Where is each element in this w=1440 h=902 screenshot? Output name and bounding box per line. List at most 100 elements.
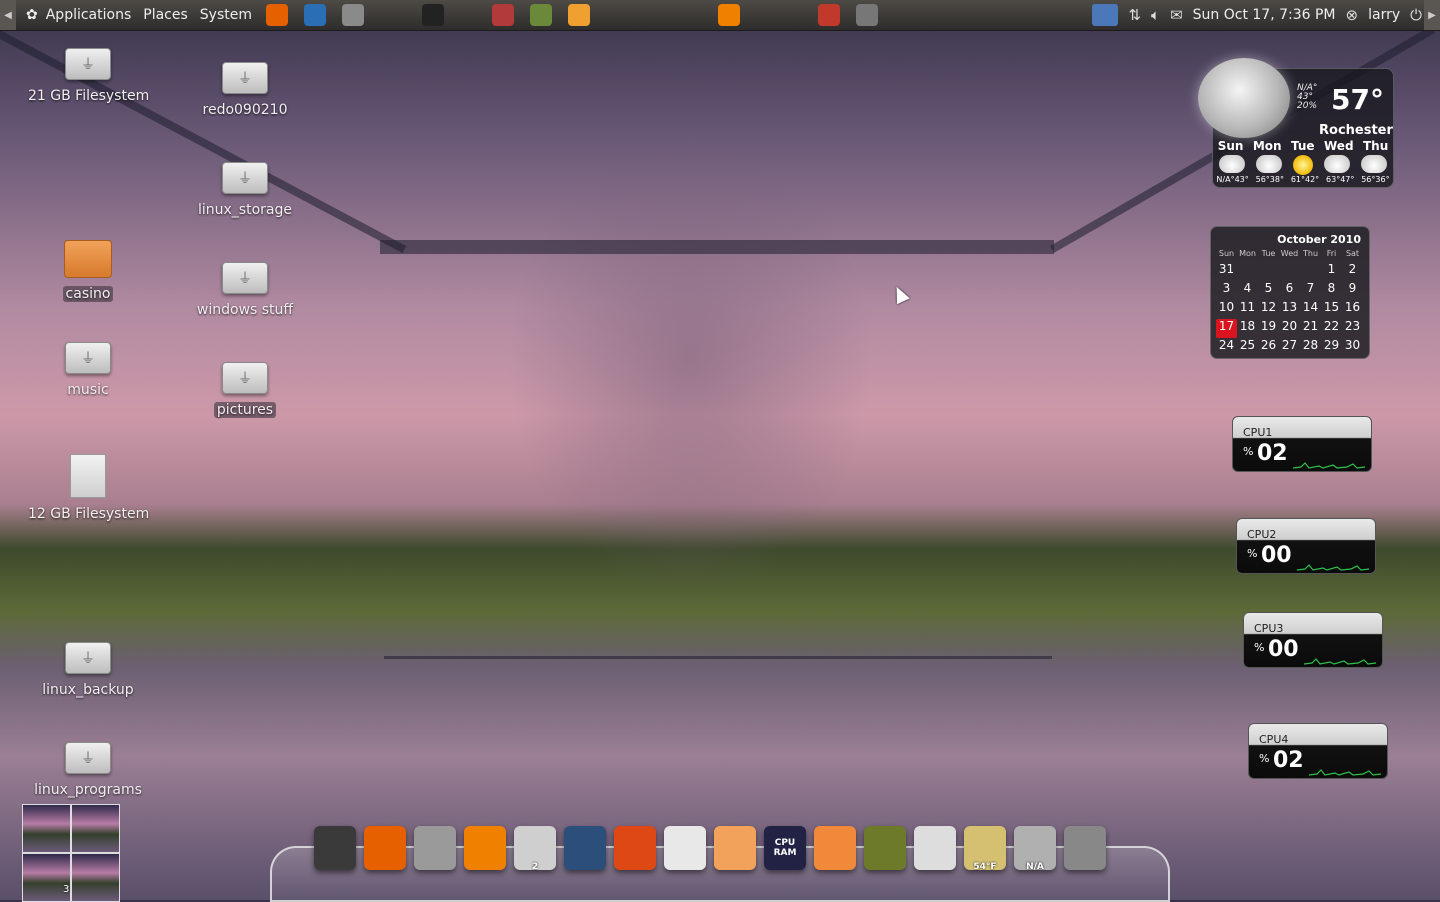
calendar-day[interactable]: 13	[1279, 300, 1300, 319]
calendar-day[interactable]: 18	[1237, 319, 1258, 338]
user-name[interactable]: larry	[1368, 7, 1400, 23]
calendar-day[interactable]: 22	[1321, 319, 1342, 338]
desktop-icon-linux-storage[interactable]: ⏚ linux_storage	[185, 162, 305, 218]
user-icon[interactable]: ⊗	[1346, 6, 1359, 24]
calendar-day[interactable]: 21	[1300, 319, 1321, 338]
weather-applet-icon[interactable]	[1092, 4, 1119, 26]
panel-scroll-left[interactable]: ◀	[0, 0, 16, 30]
sun-icon	[1292, 155, 1313, 175]
shutdown-icon[interactable]	[914, 826, 956, 870]
cpu-monitor-4[interactable]: CPU4% 02	[1248, 723, 1388, 779]
cpu-monitor-2[interactable]: CPU2% 00	[1236, 518, 1376, 574]
calendar-day[interactable]: 14	[1300, 300, 1321, 319]
trash-icon[interactable]: 2	[514, 826, 556, 872]
calendar-day[interactable]: 24	[1216, 338, 1237, 357]
desktop-icon-12gb-filesystem[interactable]: 12 GB Filesystem	[28, 454, 149, 522]
workspace-1[interactable]	[23, 805, 70, 852]
calendar-day[interactable]: 17	[1216, 319, 1237, 338]
desktop-icon-label: windows stuff	[196, 302, 294, 318]
calendar-day[interactable]: 3	[1216, 281, 1237, 300]
archive-icon[interactable]	[492, 4, 514, 26]
sound-juicer-icon[interactable]	[568, 4, 590, 26]
desktop-icon-windows-stuff[interactable]: ⏚ windows stuff	[185, 262, 305, 318]
drive-icon: ⏚	[65, 48, 111, 80]
calendar-day[interactable]: 19	[1258, 319, 1279, 338]
mail-icon[interactable]: ✉	[1170, 6, 1183, 24]
calendar-day[interactable]: 15	[1321, 300, 1342, 319]
workspace-4[interactable]	[72, 854, 119, 901]
speaker-icon[interactable]	[1064, 826, 1106, 870]
vlc-icon[interactable]	[464, 826, 506, 870]
synaptic-icon[interactable]	[530, 4, 552, 26]
power-icon[interactable]: ⏻	[1410, 6, 1422, 24]
files-icon[interactable]	[714, 826, 756, 870]
firefox-icon[interactable]	[266, 4, 288, 26]
cpu-monitor-1[interactable]: CPU1% 02	[1232, 416, 1372, 472]
calendar-day[interactable]: 6	[1279, 281, 1300, 300]
firefox-icon[interactable]	[364, 826, 406, 870]
desktop-icon-pictures[interactable]: ⏚ pictures	[185, 362, 305, 418]
vlc-icon[interactable]	[718, 4, 740, 26]
menu-places[interactable]: Places	[137, 0, 194, 30]
workspace-switcher[interactable]: 3	[22, 804, 120, 902]
workspace-3[interactable]: 3	[23, 854, 70, 901]
weather-day-temp: 56°36°	[1361, 175, 1390, 184]
desktop-icon-linux-programs[interactable]: ⏚ linux_programs	[28, 742, 148, 798]
calendar-day[interactable]: 27	[1279, 338, 1300, 357]
panel-scroll-right[interactable]: ▶	[1424, 0, 1440, 30]
calendar-day[interactable]: 10	[1216, 300, 1237, 319]
mouse-cursor	[890, 283, 910, 305]
dock-item-text: CPU RAM	[773, 838, 797, 858]
weather-widget[interactable]: N/A° 43° 20% 57° Rochester Sun Mon Tue Wed T…	[1198, 58, 1394, 188]
workspace-2[interactable]	[72, 805, 119, 852]
calendar-day[interactable]: 5	[1258, 281, 1279, 300]
calendar-day[interactable]: 26	[1258, 338, 1279, 357]
calendar-day[interactable]: 29	[1321, 338, 1342, 357]
menu-applications[interactable]: Applications	[40, 0, 138, 30]
desktop-icon-redo090210[interactable]: ⏚ redo090210	[185, 62, 305, 118]
weather-moon-icon[interactable]: 54°F	[964, 826, 1006, 872]
downloads-icon[interactable]	[814, 826, 856, 870]
calendar-day[interactable]: 2	[1342, 262, 1363, 281]
calendar-day[interactable]: 31	[1216, 262, 1237, 281]
calendar-day[interactable]: 7	[1300, 281, 1321, 300]
desktop-icon-casino[interactable]: casino	[28, 240, 148, 302]
clock[interactable]: Sun Oct 17, 7:36 PM	[1193, 7, 1336, 23]
system-monitor-icon[interactable]: CPU RAM	[764, 826, 806, 870]
globe-icon[interactable]: N/A	[1014, 826, 1056, 872]
calendar-day[interactable]: 1	[1321, 262, 1342, 281]
terminal-icon[interactable]	[314, 826, 356, 870]
solitaire-icon[interactable]	[818, 4, 840, 26]
desktop-icon-linux-backup[interactable]: ⏚ linux_backup	[28, 642, 148, 698]
calendar-day[interactable]: 12	[1258, 300, 1279, 319]
calendar-day[interactable]: 8	[1321, 281, 1342, 300]
weather-humidity: 20%	[1297, 101, 1318, 111]
image-viewer-icon[interactable]	[864, 826, 906, 870]
text-editor-icon[interactable]	[664, 826, 706, 870]
ubuntu-logo-icon[interactable]: ✿	[16, 0, 40, 30]
calendar-day[interactable]: 23	[1342, 319, 1363, 338]
ubuntu-icon[interactable]	[614, 826, 656, 870]
desktop-icon[interactable]	[564, 826, 606, 870]
calendar-day[interactable]: 16	[1342, 300, 1363, 319]
games-icon[interactable]	[856, 4, 878, 26]
menu-system[interactable]: System	[194, 0, 258, 30]
calendar-day[interactable]: 30	[1342, 338, 1363, 357]
desktop-icon-21gb-filesystem[interactable]: ⏚ 21 GB Filesystem	[28, 48, 149, 104]
calendar-day[interactable]: 20	[1279, 319, 1300, 338]
network-icon[interactable]: ⇅	[1128, 6, 1141, 24]
calendar-day[interactable]: 4	[1237, 281, 1258, 300]
terminal-icon[interactable]	[422, 4, 444, 26]
thunderbird-icon[interactable]	[304, 4, 326, 26]
cpu-monitor-3[interactable]: CPU3% 00	[1243, 612, 1383, 668]
calendar-day[interactable]: 25	[1237, 338, 1258, 357]
screenshot-icon[interactable]	[342, 4, 364, 26]
calendar-day[interactable]: 28	[1300, 338, 1321, 357]
calendar-day[interactable]: 9	[1342, 281, 1363, 300]
room-line-top	[380, 240, 1054, 254]
calculator-icon[interactable]	[414, 826, 456, 870]
calendar-day[interactable]: 11	[1237, 300, 1258, 319]
volume-icon[interactable]: 🔈︎	[1151, 6, 1160, 24]
calendar-widget[interactable]: October 2010 Sun Mon Tue Wed Thu Fri Sat 31 1 2 3…	[1210, 226, 1370, 359]
desktop-icon-music[interactable]: ⏚ music	[28, 342, 148, 398]
